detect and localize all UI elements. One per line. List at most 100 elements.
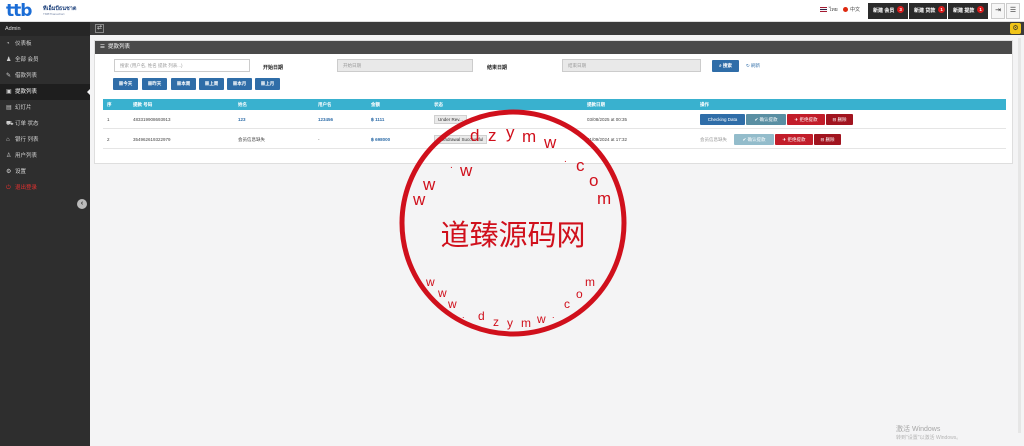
dashboard-icon: ◔ [6, 41, 10, 47]
start-date-label: 开始日期 [263, 65, 284, 71]
logout-icon[interactable]: ⇥ [991, 3, 1005, 19]
table-header: 序 提款 号码 姓名 用户名 金额 状态 提款日期 操作 [103, 99, 1006, 110]
sidebar-item-users[interactable]: ♙ 用户列表 [0, 148, 90, 164]
stamp-letter: o [589, 171, 598, 190]
delete-button[interactable]: ⊟ 删除 [826, 114, 853, 125]
users-icon: ♟ [6, 57, 12, 63]
status-badge: Under Rev... [434, 115, 467, 124]
new-members-badge: 3 [897, 6, 904, 13]
col-name: 姓名 [238, 102, 247, 107]
search-input[interactable]: 搜索 (用户名, 姓名 提款 列表...) [114, 59, 250, 72]
withdrawal-list-panel: ☰ 提款列表 搜索 (用户名, 姓名 提款 列表...) 开始日期 开始日期 结束… [94, 40, 1013, 164]
stamp-letter: m [521, 316, 531, 330]
stamp-letter: m [597, 189, 611, 208]
sidebar-item-members[interactable]: ♟ 全部 会员 [0, 52, 90, 68]
thai-flag-icon [820, 7, 827, 12]
cart-icon: ⛟ [6, 121, 14, 127]
stamp-letter: w [412, 190, 426, 209]
range-yesterday-button[interactable]: ▦昨天 [142, 78, 167, 90]
stamp-letter: z [493, 315, 499, 329]
table-row: 1 483319908693913 123 123456 ฿ 1111 Unde… [103, 110, 1006, 129]
member-info-missing-note: 会员信息缺失 [700, 137, 727, 142]
stamp-letter: m [585, 275, 595, 289]
range-last-week-button[interactable]: ▦上周 [199, 78, 224, 90]
status-badge: Withdrawal Successful [434, 135, 488, 144]
reject-withdrawal-button[interactable]: ✈ 拒绝提款 [775, 134, 813, 145]
confirm-withdrawal-button[interactable]: ✔ 确认提款 [746, 114, 786, 125]
settings-gear-icon[interactable]: ⚙ [1010, 23, 1021, 34]
reject-withdrawal-button[interactable]: ✈ 拒绝提款 [787, 114, 825, 125]
refresh-button[interactable]: ↻ 刷新 [743, 60, 763, 72]
stamp-letter: . [462, 310, 465, 320]
range-last-month-button[interactable]: ▦上月 [255, 78, 280, 90]
sidebar-item-settings[interactable]: ⚙ 设置 [0, 164, 90, 180]
sidebar-toggle-icon[interactable]: ⇄ [95, 24, 104, 33]
col-status: 状态 [434, 102, 443, 107]
confirm-withdrawal-button[interactable]: ✔ 确认提款 [734, 134, 774, 145]
scrollbar[interactable] [1018, 38, 1021, 433]
sidebar-role: Admin [0, 22, 90, 36]
logo-subtagline: TMBThanachart [43, 12, 65, 16]
user-icon: ♙ [6, 153, 12, 159]
sidebar-item-order-status[interactable]: ⛟订单 状态 [0, 116, 90, 132]
new-members-button[interactable]: 新建 会员 3 [868, 3, 908, 19]
collapse-sidebar-icon[interactable]: ‹ [77, 199, 87, 209]
bank-icon: ⌂ [6, 137, 10, 143]
end-date-input[interactable]: 结束日期 [562, 59, 701, 72]
sidebar: Admin ◔ 仪表板 ♟ 全部 会员 ✎ 借款列表 ▣ 提款列表 ▤ 幻灯片 ⛟订单 状… [0, 22, 90, 446]
col-actions: 操作 [700, 102, 709, 107]
gear-icon: ⚙ [6, 169, 12, 175]
stamp-center-text: 道臻源码网 [440, 218, 585, 252]
sidebar-item-slides[interactable]: ▤ 幻灯片 [0, 100, 90, 116]
slides-icon: ▤ [6, 105, 12, 111]
range-this-month-button[interactable]: ▦本月 [227, 78, 252, 90]
search-button[interactable]: ⌕ 搜索 [712, 60, 739, 72]
stamp-letter: . [552, 310, 555, 320]
content-header: ⇄ ⚙ [90, 22, 1024, 35]
power-icon: ⏻ [6, 185, 11, 191]
col-number: 提款 号码 [133, 102, 153, 107]
sidebar-item-dashboard[interactable]: ◔ 仪表板 [0, 36, 90, 52]
col-amount: 金额 [371, 102, 380, 107]
new-withdrawals-badge: 1 [938, 6, 945, 13]
logo-mark: ttb [6, 1, 32, 21]
top-bar: ttb ทีเอ็มบีธนชาต TMBThanachart ไทย 中文 新… [0, 0, 1024, 22]
col-username: 用户名 [318, 102, 332, 107]
stamp-letter: w [425, 275, 435, 289]
end-date-label: 结束日期 [487, 65, 508, 71]
stamp-letter: w [437, 286, 447, 300]
menu-icon[interactable]: ☰ [1006, 3, 1020, 19]
list-icon: ☰ [100, 44, 105, 50]
language-thai[interactable]: ไทย [820, 7, 838, 14]
new-loans-badge: 1 [977, 6, 984, 13]
money-icon: ▣ [6, 89, 12, 95]
stamp-letter: w [422, 175, 436, 194]
table-row: 2 354962619322979 会员信息缺失 - ฿ 698000 With… [103, 130, 1006, 149]
stamp-letter: o [576, 287, 583, 301]
stamp-letter: c [564, 297, 570, 311]
panel-title: ☰ 提款列表 [95, 41, 1012, 54]
stamp-letter: w [536, 312, 546, 326]
sidebar-item-banks[interactable]: ⌂ 银行 列表 [0, 132, 90, 148]
sidebar-item-logout[interactable]: ⏻ 退出登录 [0, 180, 90, 196]
sidebar-item-loans[interactable]: ✎ 借款列表 [0, 68, 90, 84]
col-date: 提款日期 [587, 102, 605, 107]
edit-icon: ✎ [6, 73, 12, 79]
windows-activation-text: 激活 Windows [896, 426, 941, 433]
range-this-week-button[interactable]: ▦本周 [171, 78, 196, 90]
windows-activation-hint: 转到"设置"以激活 Windows。 [896, 435, 962, 441]
china-flag-icon [843, 7, 848, 12]
col-no: 序 [107, 102, 112, 107]
range-today-button[interactable]: ▦今天 [113, 78, 138, 90]
new-loans-button[interactable]: 新建 提款 1 [948, 3, 988, 19]
stamp-letter: y [507, 316, 513, 330]
language-chinese[interactable]: 中文 [843, 7, 860, 14]
sidebar-item-withdrawals[interactable]: ▣ 提款列表 [0, 84, 90, 100]
start-date-input[interactable]: 开始日期 [337, 59, 473, 72]
stamp-letter: w [447, 297, 457, 311]
delete-button[interactable]: ⊟ 删除 [814, 134, 841, 145]
checking-data-button[interactable]: Checking Data [700, 114, 745, 125]
brand-logo[interactable]: ttb ทีเอ็มบีธนชาต TMBThanachart [6, 2, 90, 20]
stamp-letter: d [478, 309, 485, 323]
new-withdrawals-button[interactable]: 新建 贷款 1 [909, 3, 947, 19]
